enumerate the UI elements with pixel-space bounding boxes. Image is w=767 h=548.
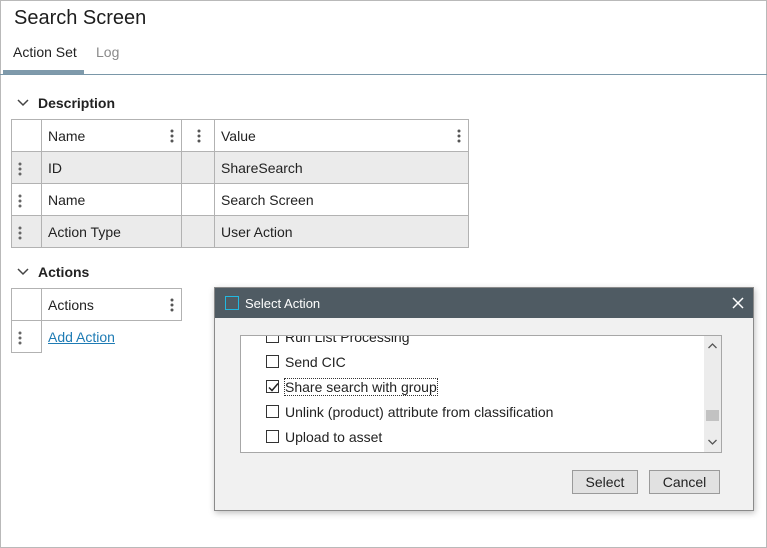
checkbox-checked[interactable] xyxy=(266,380,279,393)
list-item[interactable]: Send CIC xyxy=(241,349,703,374)
page-title: Search Screen xyxy=(14,7,147,29)
row-spacer-cell xyxy=(181,151,215,184)
scroll-down-icon[interactable] xyxy=(707,438,718,446)
row-name-cell: Action Type xyxy=(41,215,182,248)
dialog-title: Select Action xyxy=(245,296,321,311)
row-spacer-cell xyxy=(181,215,215,248)
table-row: Add Action xyxy=(11,320,182,353)
checkbox[interactable] xyxy=(266,430,279,443)
table-row[interactable]: Name Search Screen xyxy=(11,183,469,216)
row-value-cell[interactable]: ShareSearch xyxy=(214,151,469,184)
table-header-row: Name Value xyxy=(11,119,469,152)
chevron-down-icon xyxy=(17,268,29,276)
value-column-header[interactable]: Value xyxy=(214,119,469,152)
list-item[interactable]: Share search with group xyxy=(241,374,703,399)
row-spacer-cell xyxy=(181,183,215,216)
list-item-label: Run List Processing xyxy=(285,335,410,345)
row-name-cell: ID xyxy=(41,151,182,184)
select-action-dialog: Select Action Run List Processing Send C… xyxy=(214,287,754,511)
description-table: Name Value ID ShareSearch Name Search Sc… xyxy=(11,119,469,248)
list-item[interactable]: Run List Processing xyxy=(241,335,703,349)
column-menu-icon[interactable] xyxy=(457,129,461,143)
table-row[interactable]: ID ShareSearch xyxy=(11,151,469,184)
checkmark-icon xyxy=(268,383,279,392)
list-item-label: Unlink (product) attribute from classifi… xyxy=(285,403,554,420)
table-header-row: Actions xyxy=(11,288,182,321)
actions-table: Actions Add Action xyxy=(11,288,182,353)
list-item-label: Share search with group xyxy=(284,377,438,396)
column-menu-icon[interactable] xyxy=(170,129,174,143)
row-handle[interactable] xyxy=(11,151,42,184)
scrollbar-thumb[interactable] xyxy=(706,410,719,421)
row-handle[interactable] xyxy=(11,215,42,248)
tab-log[interactable]: Log xyxy=(96,44,119,60)
description-section-toggle[interactable]: Description xyxy=(16,95,115,111)
scroll-up-icon[interactable] xyxy=(707,342,718,350)
cancel-button[interactable]: Cancel xyxy=(649,470,720,494)
drag-handle-icon[interactable] xyxy=(18,226,22,240)
row-value-cell[interactable]: Search Screen xyxy=(214,183,469,216)
name-column-header[interactable]: Name xyxy=(41,119,182,152)
column-menu-icon[interactable] xyxy=(170,298,174,312)
row-handle[interactable] xyxy=(11,320,42,353)
active-tab-indicator xyxy=(3,70,84,74)
actions-heading: Actions xyxy=(38,264,90,280)
column-menu-icon[interactable] xyxy=(197,129,201,143)
row-name-cell: Name xyxy=(41,183,182,216)
column-options-header[interactable] xyxy=(181,119,215,152)
tab-action-set[interactable]: Action Set xyxy=(13,44,77,60)
select-button[interactable]: Select xyxy=(572,470,638,494)
table-row[interactable]: Action Type User Action xyxy=(11,215,469,248)
handle-header-cell xyxy=(11,288,42,321)
drag-handle-icon[interactable] xyxy=(18,162,22,176)
list-item[interactable]: Unlink (product) attribute from classifi… xyxy=(241,399,703,424)
chevron-down-icon xyxy=(17,99,29,107)
list-item-label: Upload to asset xyxy=(285,428,383,445)
list-item[interactable]: Upload to asset xyxy=(241,424,703,449)
add-action-cell: Add Action xyxy=(41,320,182,353)
tab-bar: Action Set Log xyxy=(0,40,767,75)
actions-column-header[interactable]: Actions xyxy=(41,288,182,321)
checkbox[interactable] xyxy=(266,355,279,368)
row-value-cell[interactable]: User Action xyxy=(214,215,469,248)
dialog-titlebar[interactable]: Select Action xyxy=(215,288,753,318)
actions-section-toggle[interactable]: Actions xyxy=(16,264,89,280)
list-item-label: Send CIC xyxy=(285,353,346,370)
vertical-scrollbar[interactable] xyxy=(704,336,721,452)
action-list[interactable]: Run List Processing Send CIC Share searc… xyxy=(240,335,722,453)
action-list-items: Run List Processing Send CIC Share searc… xyxy=(241,335,703,449)
description-heading: Description xyxy=(38,95,116,111)
window-icon xyxy=(225,296,239,310)
handle-header-cell xyxy=(11,119,42,152)
drag-handle-icon[interactable] xyxy=(18,194,22,208)
drag-handle-icon[interactable] xyxy=(18,331,22,345)
add-action-link[interactable]: Add Action xyxy=(48,329,115,345)
checkbox[interactable] xyxy=(266,405,279,418)
close-icon[interactable] xyxy=(731,296,745,310)
checkbox[interactable] xyxy=(266,336,279,343)
row-handle[interactable] xyxy=(11,183,42,216)
